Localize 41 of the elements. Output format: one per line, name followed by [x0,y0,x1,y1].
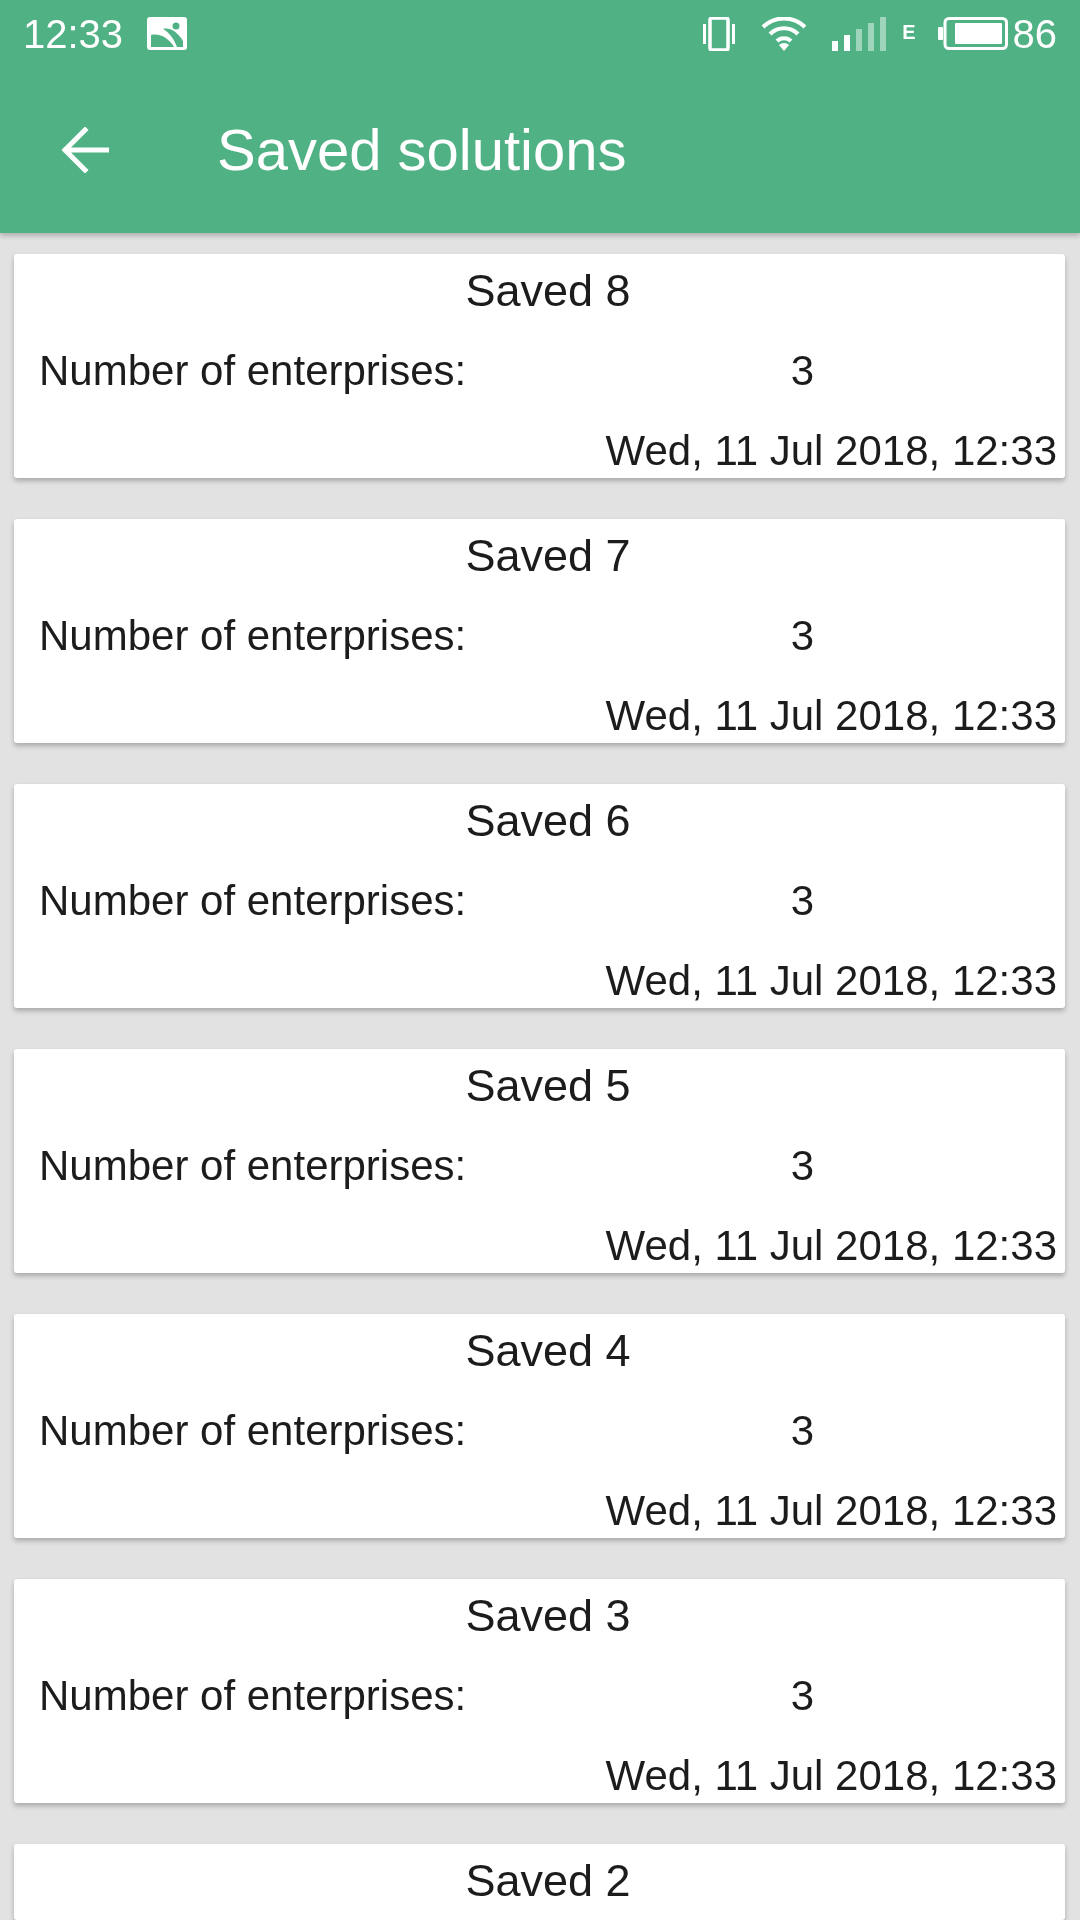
enterprise-count-label: Number of enterprises: [39,611,467,661]
saved-date: Wed, 11 Jul 2018, 12:33 [605,1751,1057,1801]
solution-card[interactable]: Saved 3 Number of enterprises: 3 Wed, 11 Jul 2018, 12:33 [14,1579,1065,1803]
battery-percent: 86 [1012,10,1057,57]
solution-title: Saved 7 [465,531,631,581]
enterprise-count-value: 3 [790,1671,815,1721]
enterprise-count-label: Number of enterprises: [39,1406,467,1456]
enterprise-count-value: 3 [790,1141,815,1191]
saved-date: Wed, 11 Jul 2018, 12:33 [605,1486,1057,1536]
saved-date: Wed, 11 Jul 2018, 12:33 [605,691,1057,741]
solution-title: Saved 4 [465,1326,631,1376]
battery-icon [937,17,1008,50]
status-time: 12:33 [23,10,124,57]
solution-card[interactable]: Saved 8 Number of enterprises: 3 Wed, 11 Jul 2018, 12:33 [14,254,1065,478]
signal-strength-icon [832,16,889,51]
solution-title: Saved 5 [465,1061,631,1111]
enterprise-count-value: 3 [790,1406,815,1456]
enterprise-count-value: 3 [790,346,815,396]
solution-title: Saved 3 [465,1591,631,1641]
saved-date: Wed, 11 Jul 2018, 12:33 [605,426,1057,476]
page-title: Saved solutions [217,116,627,184]
enterprise-count-value: 3 [790,611,815,661]
enterprise-count-label: Number of enterprises: [39,1671,467,1721]
enterprise-count-label: Number of enterprises: [39,876,467,926]
saved-date: Wed, 11 Jul 2018, 12:33 [605,1221,1057,1271]
solution-card[interactable]: Saved 4 Number of enterprises: 3 Wed, 11 Jul 2018, 12:33 [14,1314,1065,1538]
solution-card[interactable]: Saved 5 Number of enterprises: 3 Wed, 11 Jul 2018, 12:33 [14,1049,1065,1273]
back-arrow-icon [61,127,109,173]
solution-card[interactable]: Saved 6 Number of enterprises: 3 Wed, 11 Jul 2018, 12:33 [14,784,1065,1008]
enterprise-count-label: Number of enterprises: [39,346,467,396]
solution-title: Saved 8 [465,266,631,316]
saved-date: Wed, 11 Jul 2018, 12:33 [605,956,1057,1006]
enterprise-count-value: 3 [790,876,815,926]
solution-title: Saved 2 [465,1856,631,1906]
network-type-label: E [902,21,916,42]
wifi-icon [761,16,808,51]
enterprise-count-label: Number of enterprises: [39,1141,467,1191]
solution-title: Saved 6 [465,796,631,846]
solution-card[interactable]: Saved 7 Number of enterprises: 3 Wed, 11 Jul 2018, 12:33 [14,519,1065,743]
image-icon [147,17,188,50]
solution-card[interactable]: Saved 2 [14,1844,1065,1920]
